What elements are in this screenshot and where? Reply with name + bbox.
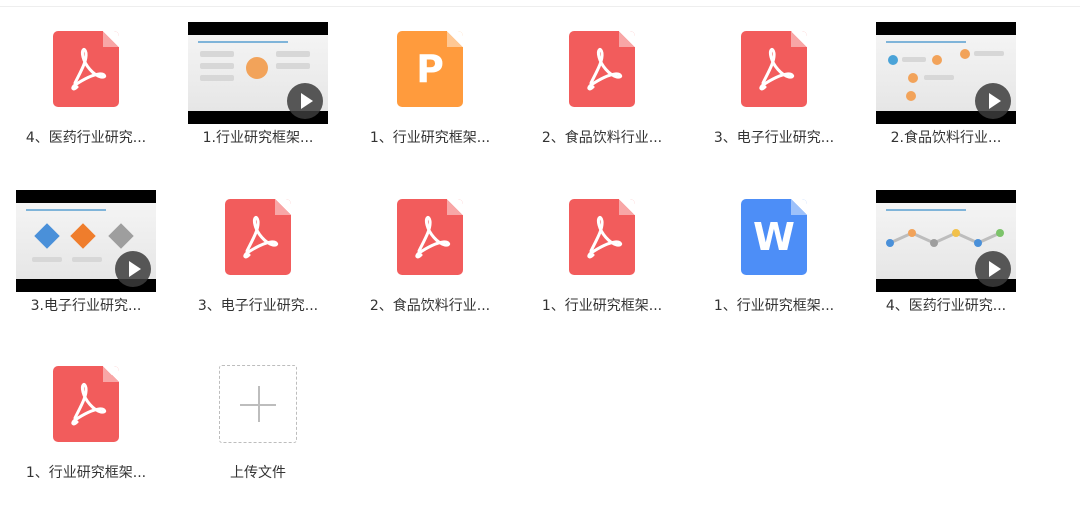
file-name: 4、医药行业研究... [885,298,1007,314]
file-item[interactable]: W 1、行业研究框架... [688,168,860,318]
video-thumbnail [876,190,1016,292]
plus-icon [219,365,297,443]
file-item[interactable]: 2、食品饮料行业... [344,168,516,318]
pdf-icon [53,31,119,107]
file-name: 1、行业研究框架... [369,130,491,146]
file-item[interactable]: 1、行业研究框架... [516,168,688,318]
file-name: 1、行业研究框架... [713,298,835,314]
file-item[interactable]: 4、医药行业研究... [860,168,1032,318]
video-thumbnail [876,22,1016,124]
file-name: 1.行业研究框架... [202,130,314,146]
file-item[interactable]: 4、医药行业研究... [0,0,172,150]
file-grid: 4、医药行业研究... 1.行业研究框架... P 1、行业研究框架... 2、… [0,0,1080,527]
file-item[interactable]: 3、电子行业研究... [172,168,344,318]
file-item[interactable]: 3、电子行业研究... [688,0,860,150]
file-item[interactable]: 1、行业研究框架... [0,335,172,485]
file-name: 4、医药行业研究... [25,130,147,146]
upload-file-button[interactable]: 上传文件 [172,335,344,485]
file-name: 2、食品饮料行业... [541,130,663,146]
file-item[interactable]: 1.行业研究框架... [172,0,344,150]
file-name: 3、电子行业研究... [713,130,835,146]
file-name: 2、食品饮料行业... [369,298,491,314]
file-name: 3、电子行业研究... [197,298,319,314]
ppt-icon: P [397,31,463,107]
pdf-icon [741,31,807,107]
video-thumbnail [188,22,328,124]
upload-label: 上传文件 [230,465,286,481]
file-name: 3.电子行业研究... [30,298,142,314]
word-icon: W [741,199,807,275]
file-item[interactable]: 2.食品饮料行业... [860,0,1032,150]
pdf-icon [569,199,635,275]
file-item[interactable]: 3.电子行业研究... [0,168,172,318]
file-item[interactable]: P 1、行业研究框架... [344,0,516,150]
pdf-icon [397,199,463,275]
pdf-icon [53,366,119,442]
pdf-icon [569,31,635,107]
play-icon [975,83,1011,119]
file-item[interactable]: 2、食品饮料行业... [516,0,688,150]
play-icon [975,251,1011,287]
play-icon [115,251,151,287]
pdf-icon [225,199,291,275]
video-thumbnail [16,190,156,292]
file-name: 2.食品饮料行业... [890,130,1002,146]
play-icon [287,83,323,119]
file-name: 1、行业研究框架... [541,298,663,314]
file-name: 1、行业研究框架... [25,465,147,481]
